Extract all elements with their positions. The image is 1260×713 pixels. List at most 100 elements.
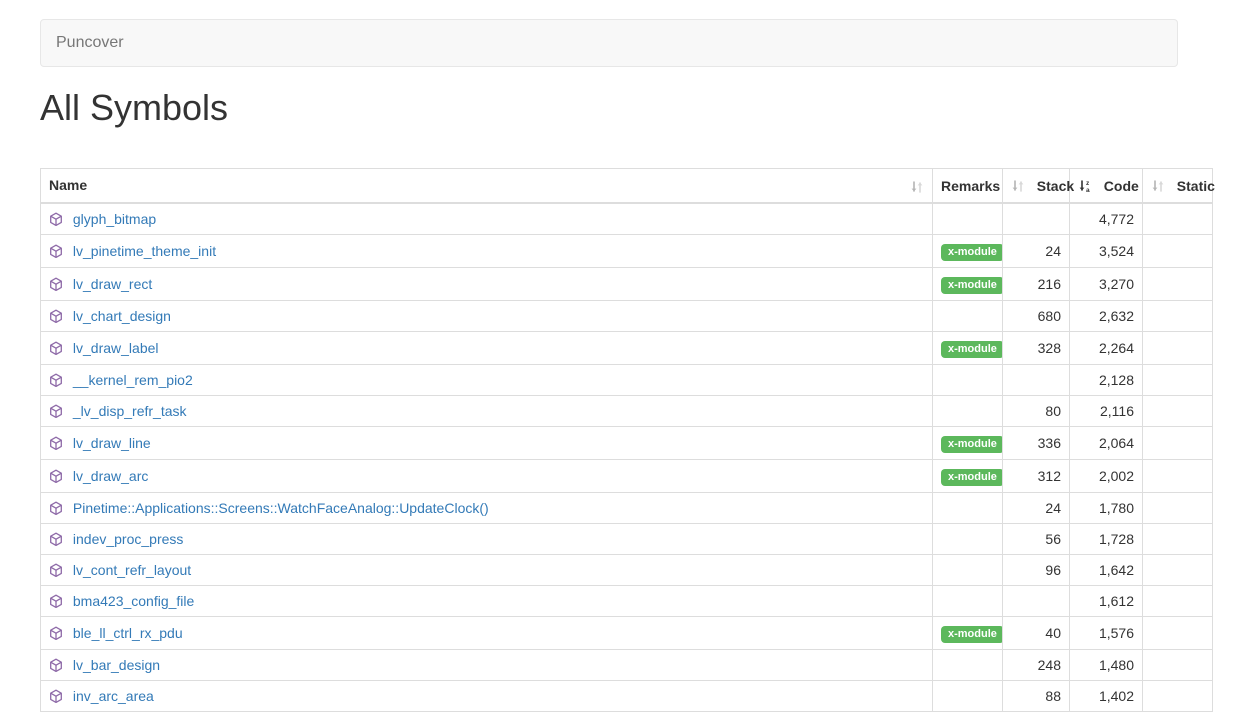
cube-icon [49, 658, 63, 673]
cube-icon-slot [49, 688, 73, 704]
table-row: lv_draw_line x-module 336 2,064 [41, 427, 1213, 460]
name-cell: bma423_config_file [41, 586, 933, 617]
symbol-link[interactable]: lv_draw_arc [73, 468, 148, 484]
table-row: lv_bar_design 248 1,480 [41, 650, 1213, 681]
stack-cell: 248 [1003, 650, 1070, 681]
table-row: Pinetime::Applications::Screens::WatchFa… [41, 493, 1213, 524]
symbol-link[interactable]: lv_draw_rect [73, 276, 152, 292]
cube-icon [49, 404, 63, 419]
stack-cell: 40 [1003, 617, 1070, 650]
stack-cell [1003, 203, 1070, 235]
stack-cell: 24 [1003, 493, 1070, 524]
symbol-link[interactable]: __kernel_rem_pio2 [73, 372, 193, 388]
code-cell: 1,402 [1070, 681, 1143, 712]
static-cell [1143, 493, 1213, 524]
name-cell: lv_bar_design [41, 650, 933, 681]
table-row: glyph_bitmap 4,772 [41, 203, 1213, 235]
symbol-link[interactable]: glyph_bitmap [73, 211, 156, 227]
symbol-link[interactable]: bma423_config_file [73, 593, 194, 609]
navbar-brand[interactable]: Puncover [41, 34, 139, 52]
cube-icon-slot [49, 500, 73, 516]
stack-cell: 80 [1003, 396, 1070, 427]
remarks-cell [933, 301, 1003, 332]
cube-icon-slot [49, 625, 73, 641]
cube-icon-slot [49, 243, 73, 259]
code-cell: 3,524 [1070, 235, 1143, 268]
static-cell [1143, 396, 1213, 427]
table-header-row: Name Remarks Sta [41, 169, 1213, 204]
name-cell: lv_draw_label [41, 332, 933, 365]
cube-icon [49, 501, 63, 516]
cube-icon [49, 341, 63, 356]
table-row: inv_arc_area 88 1,402 [41, 681, 1213, 712]
cube-icon-slot [49, 211, 73, 227]
cube-icon [49, 373, 63, 388]
static-cell [1143, 586, 1213, 617]
symbol-link[interactable]: lv_draw_label [73, 340, 159, 356]
static-cell [1143, 617, 1213, 650]
column-header-stack[interactable]: Stack [1003, 169, 1070, 204]
code-cell: 1,728 [1070, 524, 1143, 555]
symbol-link[interactable]: _lv_disp_refr_task [73, 403, 187, 419]
remarks-cell: x-module [933, 427, 1003, 460]
name-cell: inv_arc_area [41, 681, 933, 712]
stack-cell: 680 [1003, 301, 1070, 332]
static-cell [1143, 203, 1213, 235]
remarks-cell [933, 681, 1003, 712]
table-row: indev_proc_press 56 1,728 [41, 524, 1213, 555]
static-sort-slot [1151, 178, 1169, 194]
remarks-cell [933, 650, 1003, 681]
table-row: ble_ll_ctrl_rx_pdu x-module 40 1,576 [41, 617, 1213, 650]
cube-icon [49, 532, 63, 547]
code-sort-slot: z a [1078, 178, 1096, 194]
table-row: lv_pinetime_theme_init x-module 24 3,524 [41, 235, 1213, 268]
cube-icon-slot [49, 562, 73, 578]
name-cell: lv_cont_refr_layout [41, 555, 933, 586]
column-label: Stack [1037, 178, 1074, 194]
code-cell: 1,612 [1070, 586, 1143, 617]
static-cell [1143, 427, 1213, 460]
x-module-badge: x-module [941, 436, 1003, 453]
cube-icon-slot [49, 340, 73, 356]
name-cell: lv_pinetime_theme_init [41, 235, 933, 268]
code-cell: 3,270 [1070, 268, 1143, 301]
symbol-link[interactable]: Pinetime::Applications::Screens::WatchFa… [73, 500, 489, 516]
remarks-cell [933, 396, 1003, 427]
symbol-link[interactable]: lv_chart_design [73, 308, 171, 324]
stack-cell: 56 [1003, 524, 1070, 555]
name-cell: __kernel_rem_pio2 [41, 365, 933, 396]
symbol-link[interactable]: lv_draw_line [73, 435, 151, 451]
column-header-static[interactable]: Static [1143, 169, 1213, 204]
column-label: Remarks [941, 178, 1000, 194]
cube-icon [49, 563, 63, 578]
column-label: Static [1177, 178, 1215, 194]
symbol-link[interactable]: indev_proc_press [73, 531, 184, 547]
symbol-link[interactable]: ble_ll_ctrl_rx_pdu [73, 625, 183, 641]
remarks-cell: x-module [933, 617, 1003, 650]
stack-cell: 96 [1003, 555, 1070, 586]
column-header-code[interactable]: z a Code [1070, 169, 1143, 204]
cube-icon-slot [49, 593, 73, 609]
symbols-table-body: glyph_bitmap 4,772 lv_pinetime_theme_ini… [41, 203, 1213, 712]
table-row: lv_chart_design 680 2,632 [41, 301, 1213, 332]
remarks-cell: x-module [933, 460, 1003, 493]
symbol-link[interactable]: lv_cont_refr_layout [73, 562, 191, 578]
cube-icon [49, 689, 63, 704]
page-container: Puncover All Symbols Name [40, 19, 1220, 712]
name-cell: glyph_bitmap [41, 203, 933, 235]
stack-sort-slot [1011, 178, 1029, 194]
stack-cell: 24 [1003, 235, 1070, 268]
cube-icon [49, 309, 63, 324]
stack-cell [1003, 365, 1070, 396]
symbol-link[interactable]: lv_pinetime_theme_init [73, 243, 216, 259]
column-header-name[interactable]: Name [41, 169, 933, 204]
column-label: Name [49, 177, 87, 193]
symbol-link[interactable]: inv_arc_area [73, 688, 154, 704]
stack-cell: 312 [1003, 460, 1070, 493]
x-module-badge: x-module [941, 341, 1003, 358]
x-module-badge: x-module [941, 244, 1003, 261]
cube-icon [49, 277, 63, 292]
remarks-cell [933, 586, 1003, 617]
symbol-link[interactable]: lv_bar_design [73, 657, 160, 673]
x-module-badge: x-module [941, 469, 1003, 486]
